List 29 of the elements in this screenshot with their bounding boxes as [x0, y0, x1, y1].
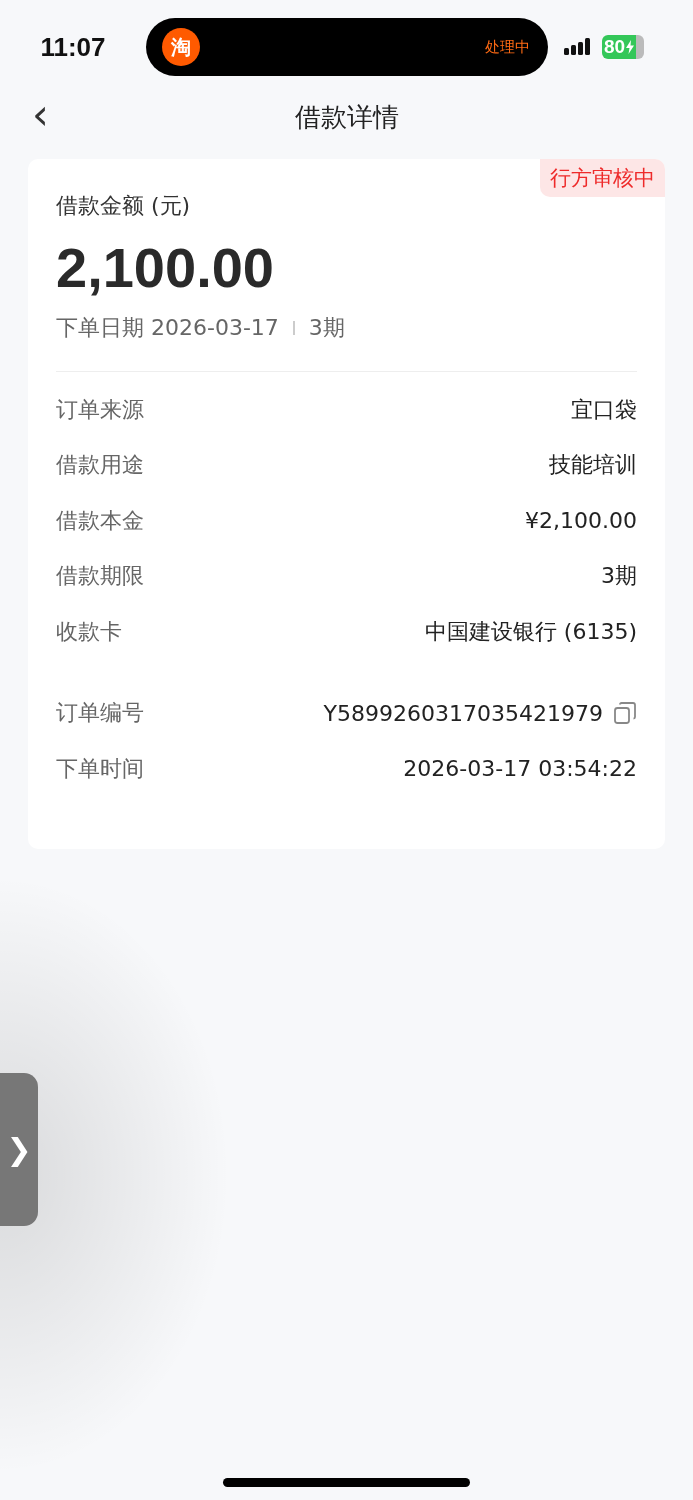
- side-handle[interactable]: ❯: [0, 1073, 38, 1226]
- charging-bolt-icon: [626, 40, 635, 54]
- field-value: 3期: [601, 562, 637, 591]
- loan-amount: 2,100.00: [56, 235, 275, 301]
- field-value: 2026-03-17 03:54:22: [403, 756, 637, 782]
- field-label: 借款本金: [56, 506, 145, 535]
- field-label: 订单来源: [56, 395, 145, 424]
- copy-icon[interactable]: [613, 701, 637, 726]
- amount-label: 借款金额 (元): [56, 192, 192, 220]
- battery-indicator: 80: [602, 35, 644, 59]
- field-label: 收款卡: [56, 617, 123, 646]
- signal-icon: [564, 38, 592, 56]
- field-value: 中国建设银行 (6135): [424, 617, 637, 646]
- field-value: Y5899260317035421979: [323, 700, 603, 726]
- field-value: ¥2,100.00: [525, 508, 637, 534]
- field-label: 订单编号: [56, 699, 145, 728]
- app-badge: 淘: [162, 28, 200, 66]
- field-value: 技能培训: [549, 451, 637, 480]
- field-label: 借款用途: [56, 451, 145, 480]
- field-label: 下单时间: [56, 754, 145, 783]
- status-time: 11:07: [39, 31, 107, 63]
- back-button[interactable]: ‹: [26, 95, 55, 135]
- order-date: 下单日期 2026-03-17: [56, 314, 279, 342]
- status-badge: 行方审核中: [540, 159, 665, 197]
- field-label: 借款期限: [56, 562, 145, 591]
- loan-term: 3期: [308, 314, 345, 342]
- field-value: 宜口袋: [571, 395, 637, 424]
- page-title: 借款详情: [294, 100, 399, 134]
- island-status: 处理中: [485, 37, 530, 57]
